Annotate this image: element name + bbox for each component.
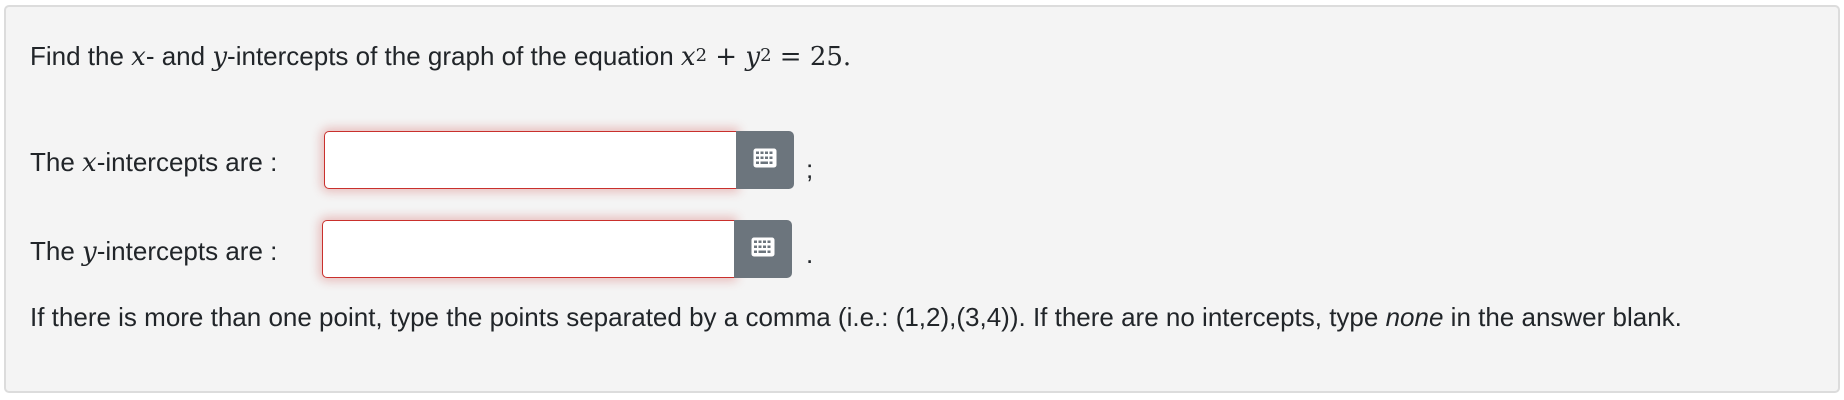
y-intercepts-keyboard-button[interactable] <box>734 220 792 278</box>
x-intercepts-label: The x-intercepts are : <box>30 147 278 178</box>
y-intercepts-answer-group <box>322 220 792 278</box>
instructions-text: If there is more than one point, type th… <box>30 302 1682 332</box>
question-card: Find the x- and y-intercepts of the grap… <box>4 5 1840 393</box>
keyboard-icon <box>753 148 777 173</box>
keyboard-icon <box>751 237 775 262</box>
none-emphasis: none <box>1385 302 1444 332</box>
y-intercepts-trailing-period: . <box>806 239 814 269</box>
x-intercepts-keyboard-button[interactable] <box>736 131 794 189</box>
y-intercepts-label: The y-intercepts are : <box>30 236 278 267</box>
x-intercepts-trailing-semicolon: ; <box>806 154 814 184</box>
y-intercepts-input[interactable] <box>322 220 734 278</box>
question-text: Find the x- and y-intercepts of the grap… <box>30 41 852 72</box>
math-var-x: x <box>131 42 146 72</box>
equation: x2 + y2 = 25. <box>680 42 852 72</box>
x-intercepts-input[interactable] <box>324 131 736 189</box>
x-intercepts-answer-group <box>324 131 794 189</box>
math-var-y: y <box>212 42 228 72</box>
